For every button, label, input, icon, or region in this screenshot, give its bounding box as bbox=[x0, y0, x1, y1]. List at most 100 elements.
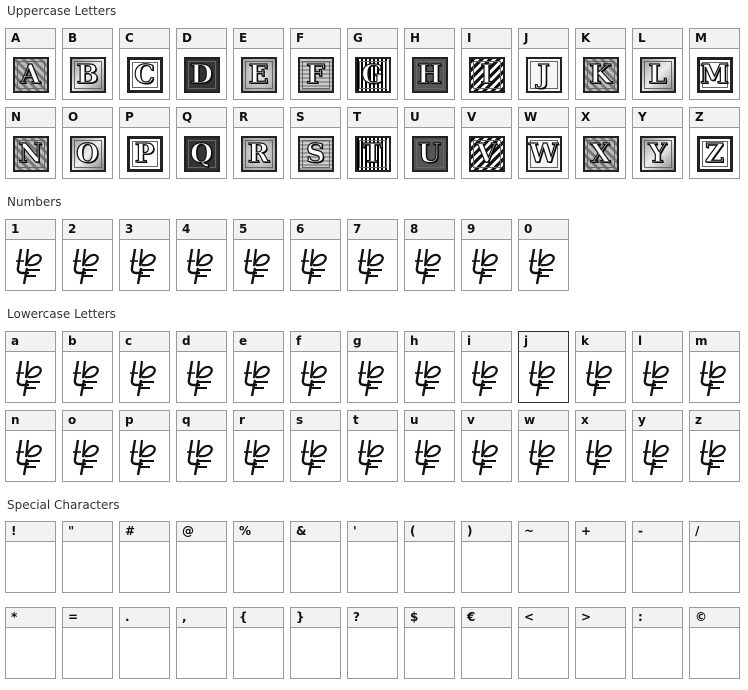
glyph-cell-upper-4[interactable]: EE bbox=[233, 28, 284, 100]
glyph-cell-lower-11[interactable]: l bbox=[632, 331, 683, 403]
glyph-cell-special-6[interactable]: ' bbox=[347, 521, 398, 593]
glyph-cell-label: s bbox=[291, 411, 340, 431]
glyph-cell-special-9[interactable]: ~ bbox=[518, 521, 569, 593]
glyph-cell-special-8[interactable]: € bbox=[461, 607, 512, 679]
glyph-cell-special-6[interactable]: ? bbox=[347, 607, 398, 679]
glyph-cell-lower-0[interactable]: a bbox=[5, 331, 56, 403]
glyph-cell-num-6[interactable]: 7 bbox=[347, 219, 398, 291]
glyph-cell-lower-1[interactable]: b bbox=[62, 331, 113, 403]
glyph-cell-special-3[interactable]: @ bbox=[176, 521, 227, 593]
glyph-cell-special-1[interactable]: = bbox=[62, 607, 113, 679]
glyph-cell-upper-1[interactable]: OO bbox=[62, 107, 113, 179]
glyph-cell-num-3[interactable]: 4 bbox=[176, 219, 227, 291]
glyph-cell-special-7[interactable]: $ bbox=[404, 607, 455, 679]
glyph-cell-special-9[interactable]: < bbox=[518, 607, 569, 679]
glyph-cell-lower-8[interactable]: i bbox=[461, 331, 512, 403]
glyph-cell-lower-12[interactable]: z bbox=[689, 410, 740, 482]
missing-glyph-icon bbox=[642, 439, 669, 476]
glyph-cell-upper-5[interactable]: SS bbox=[290, 107, 341, 179]
glyph-cell-lower-4[interactable]: e bbox=[233, 331, 284, 403]
glyph-cell-upper-6[interactable]: GG bbox=[347, 28, 398, 100]
glyph-cell-upper-1[interactable]: BB bbox=[62, 28, 113, 100]
glyph-cell-lower-1[interactable]: o bbox=[62, 410, 113, 482]
glyph-cell-lower-5[interactable]: s bbox=[290, 410, 341, 482]
glyph-cell-lower-5[interactable]: f bbox=[290, 331, 341, 403]
glyph-cell-lower-6[interactable]: t bbox=[347, 410, 398, 482]
glyph-cell-upper-3[interactable]: DD bbox=[176, 28, 227, 100]
glyph-cell-upper-10[interactable]: XX bbox=[575, 107, 626, 179]
glyph-cell-upper-11[interactable]: LL bbox=[632, 28, 683, 100]
glyph-cell-special-5[interactable]: } bbox=[290, 607, 341, 679]
glyph-preview bbox=[633, 542, 682, 594]
glyph-cell-num-8[interactable]: 9 bbox=[461, 219, 512, 291]
glyph-cell-upper-0[interactable]: AA bbox=[5, 28, 56, 100]
glyph-cell-special-11[interactable]: : bbox=[632, 607, 683, 679]
glyph-cell-special-3[interactable]: , bbox=[176, 607, 227, 679]
glyph-cell-special-12[interactable]: © bbox=[689, 607, 740, 679]
glyph-cell-special-10[interactable]: + bbox=[575, 521, 626, 593]
glyph-cell-num-4[interactable]: 5 bbox=[233, 219, 284, 291]
glyph-cell-lower-8[interactable]: v bbox=[461, 410, 512, 482]
glyph-cell-lower-2[interactable]: c bbox=[119, 331, 170, 403]
glyph-cell-upper-2[interactable]: PP bbox=[119, 107, 170, 179]
missing-glyph-icon bbox=[471, 248, 498, 285]
glyph-cell-upper-4[interactable]: RR bbox=[233, 107, 284, 179]
glyph-cell-upper-0[interactable]: NN bbox=[5, 107, 56, 179]
glyph-cell-special-4[interactable]: { bbox=[233, 607, 284, 679]
glyph-cell-lower-3[interactable]: q bbox=[176, 410, 227, 482]
glyph-cell-lower-12[interactable]: m bbox=[689, 331, 740, 403]
glyph-cell-lower-4[interactable]: r bbox=[233, 410, 284, 482]
glyph-cell-label: E bbox=[234, 29, 283, 49]
glyph-cell-upper-8[interactable]: VV bbox=[461, 107, 512, 179]
glyph-cell-num-2[interactable]: 3 bbox=[119, 219, 170, 291]
glyph-cell-lower-7[interactable]: h bbox=[404, 331, 455, 403]
glyph-cell-upper-10[interactable]: KK bbox=[575, 28, 626, 100]
glyph-cell-upper-9[interactable]: WW bbox=[518, 107, 569, 179]
glyph-cell-upper-2[interactable]: CC bbox=[119, 28, 170, 100]
glyph-cell-lower-10[interactable]: k bbox=[575, 331, 626, 403]
glyph-cell-label: r bbox=[234, 411, 283, 431]
glyph-cell-special-0[interactable]: * bbox=[5, 607, 56, 679]
glyph-cell-special-10[interactable]: > bbox=[575, 607, 626, 679]
glyph-cell-upper-3[interactable]: QQ bbox=[176, 107, 227, 179]
glyph-cell-special-7[interactable]: ( bbox=[404, 521, 455, 593]
glyph-cell-special-0[interactable]: ! bbox=[5, 521, 56, 593]
glyph-cell-lower-2[interactable]: p bbox=[119, 410, 170, 482]
glyph-preview: J bbox=[519, 49, 568, 101]
glyph-cell-upper-7[interactable]: HH bbox=[404, 28, 455, 100]
glyph-cell-num-1[interactable]: 2 bbox=[62, 219, 113, 291]
glyph-cell-lower-6[interactable]: g bbox=[347, 331, 398, 403]
glyph-cell-lower-3[interactable]: d bbox=[176, 331, 227, 403]
glyph-cell-upper-5[interactable]: FF bbox=[290, 28, 341, 100]
glyph-cell-upper-12[interactable]: ZZ bbox=[689, 107, 740, 179]
glyph-cell-upper-9[interactable]: JJ bbox=[518, 28, 569, 100]
decorative-letter-tile: D bbox=[183, 57, 220, 93]
glyph-cell-upper-8[interactable]: II bbox=[461, 28, 512, 100]
glyph-cell-lower-9[interactable]: j bbox=[518, 331, 569, 403]
glyph-cell-lower-10[interactable]: x bbox=[575, 410, 626, 482]
glyph-cell-lower-7[interactable]: u bbox=[404, 410, 455, 482]
glyph-preview bbox=[348, 542, 397, 594]
glyph-cell-special-5[interactable]: & bbox=[290, 521, 341, 593]
glyph-cell-lower-9[interactable]: w bbox=[518, 410, 569, 482]
glyph-cell-special-2[interactable]: . bbox=[119, 607, 170, 679]
glyph-cell-label: u bbox=[405, 411, 454, 431]
glyph-cell-lower-0[interactable]: n bbox=[5, 410, 56, 482]
glyph-cell-num-9[interactable]: 0 bbox=[518, 219, 569, 291]
glyph-cell-special-4[interactable]: % bbox=[233, 521, 284, 593]
glyph-cell-label: v bbox=[462, 411, 511, 431]
glyph-cell-special-11[interactable]: - bbox=[632, 521, 683, 593]
glyph-cell-num-7[interactable]: 8 bbox=[404, 219, 455, 291]
glyph-cell-special-8[interactable]: ) bbox=[461, 521, 512, 593]
glyph-cell-num-5[interactable]: 6 bbox=[290, 219, 341, 291]
glyph-cell-lower-11[interactable]: y bbox=[632, 410, 683, 482]
decorative-letter-tile: U bbox=[411, 136, 448, 172]
glyph-cell-upper-12[interactable]: MM bbox=[689, 28, 740, 100]
glyph-cell-special-12[interactable]: / bbox=[689, 521, 740, 593]
glyph-cell-upper-7[interactable]: UU bbox=[404, 107, 455, 179]
glyph-cell-special-1[interactable]: " bbox=[62, 521, 113, 593]
glyph-cell-upper-11[interactable]: YY bbox=[632, 107, 683, 179]
glyph-cell-num-0[interactable]: 1 bbox=[5, 219, 56, 291]
glyph-cell-upper-6[interactable]: TT bbox=[347, 107, 398, 179]
glyph-cell-special-2[interactable]: # bbox=[119, 521, 170, 593]
